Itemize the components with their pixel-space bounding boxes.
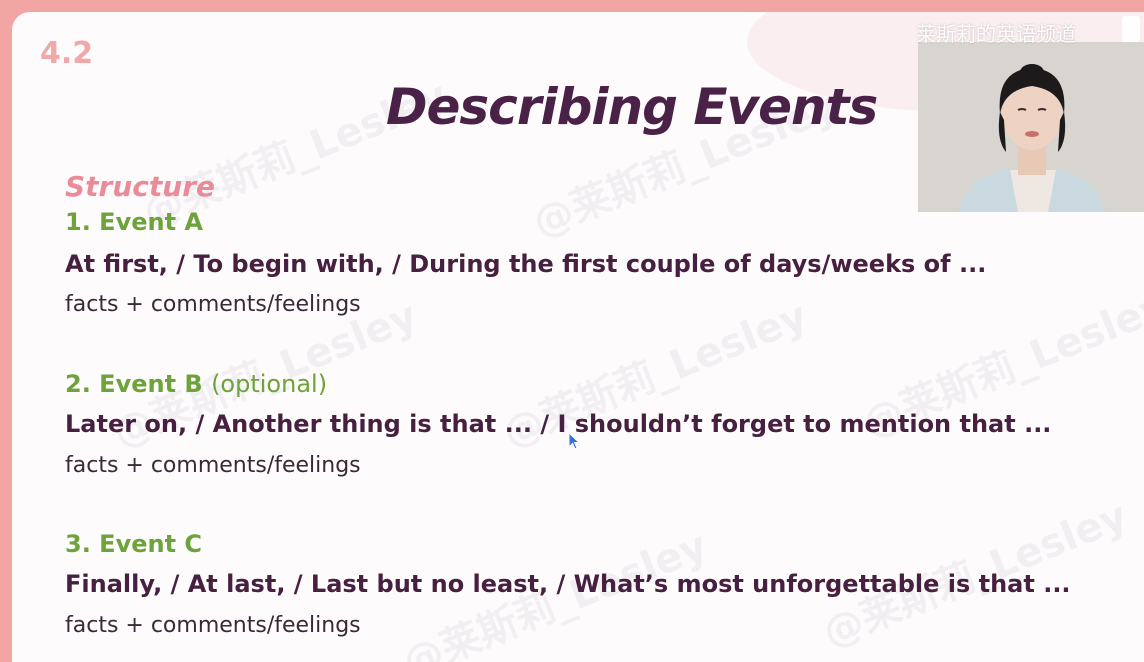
event-heading-text: 3. Event C [65, 530, 203, 558]
event-a-phrases: At first, / To begin with, / During the … [65, 250, 987, 278]
event-b-heading: 2. Event B (optional) [65, 370, 327, 398]
event-a-note: facts + comments/feelings [65, 292, 361, 317]
event-c-phrases: Finally, / At last, / Last but no least,… [65, 570, 1071, 598]
optional-tag: (optional) [211, 370, 328, 398]
event-c-note: facts + comments/feelings [65, 613, 361, 638]
slide-title: Describing Events [386, 78, 878, 136]
channel-label: 莱斯莉的英语频道 [916, 22, 1076, 46]
event-b-phrases: Later on, / Another thing is that ... / … [65, 410, 1052, 438]
event-a-heading: 1. Event A [65, 208, 203, 236]
webcam-video [918, 42, 1144, 212]
event-heading-text: 1. Event A [65, 208, 203, 236]
slide-number: 4.2 [40, 36, 94, 71]
structure-label: Structure [65, 170, 216, 203]
event-b-note: facts + comments/feelings [65, 453, 361, 478]
channel-logo-icon [1122, 16, 1140, 42]
event-heading-text: 2. Event B [65, 370, 203, 398]
event-c-heading: 3. Event C [65, 530, 202, 558]
presenter-figure [918, 42, 1144, 212]
mouse-cursor-icon [568, 432, 580, 450]
